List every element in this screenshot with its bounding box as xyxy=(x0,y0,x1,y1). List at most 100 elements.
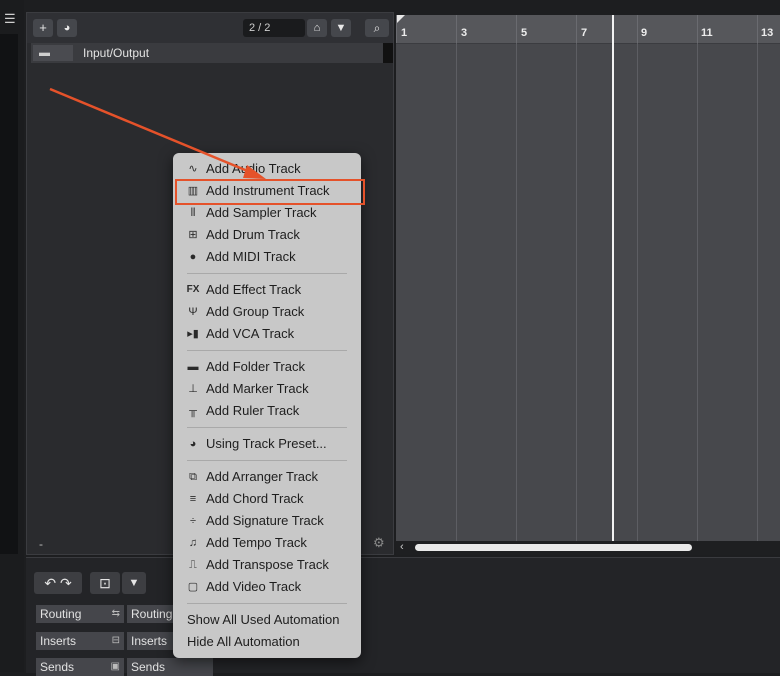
visibility-icon[interactable]: ⌂ xyxy=(307,19,327,37)
folder-icon: ▬ xyxy=(39,47,50,59)
menu-item-add-arranger-track[interactable]: ⧉ Add Arranger Track xyxy=(173,466,361,488)
signature-icon: ÷ xyxy=(189,515,197,527)
routing-icon: ⇆ xyxy=(111,608,120,619)
vca-icon: ▸▮ xyxy=(187,328,199,340)
menu-item-add-ruler-track[interactable]: ╥ Add Ruler Track xyxy=(173,400,361,422)
track-list-toolbar: + ◕ 2 / 2 ⌂ ▼ ⌕ xyxy=(27,13,393,43)
ruler-icon: ╥ xyxy=(189,405,197,417)
ruler[interactable]: 1 3 5 7 9 11 13 xyxy=(396,15,780,44)
menu-item-add-midi-track[interactable]: ● Add MIDI Track xyxy=(173,246,361,268)
folder-icon: ▬ xyxy=(187,361,199,373)
video-icon: ▢ xyxy=(187,581,199,593)
undo-redo-group: ↶ ↷ xyxy=(34,572,82,594)
menu-separator xyxy=(187,427,347,428)
search-icon[interactable]: ⌕ xyxy=(365,19,389,37)
menu-item-add-tempo-track[interactable]: ♫ Add Tempo Track xyxy=(173,532,361,554)
inserts-label: Inserts xyxy=(131,634,168,648)
track-row[interactable]: ▬ Input/Output xyxy=(31,43,393,63)
plus-icon[interactable]: + xyxy=(33,19,53,37)
menu-item-hide-all-automation[interactable]: Hide All Automation xyxy=(173,631,361,653)
track-name: Input/Output xyxy=(83,46,150,60)
menu-item-show-all-used-automation[interactable]: Show All Used Automation xyxy=(173,609,361,631)
filter-icon[interactable]: ▼ xyxy=(331,19,351,37)
track-preset-icon[interactable]: ◕ xyxy=(57,19,77,37)
audio-wave-icon: ∿ xyxy=(188,163,198,175)
menu-item-add-chord-track[interactable]: ≡ Add Chord Track xyxy=(173,488,361,510)
menu-item-add-transpose-track[interactable]: ⎍ Add Transpose Track xyxy=(173,554,361,576)
menu-separator xyxy=(187,603,347,604)
grid-line xyxy=(637,43,638,543)
ruler-bar: 3 xyxy=(461,27,468,39)
marker-icon: ⊥ xyxy=(188,383,198,395)
routing-label: Routing xyxy=(40,607,82,621)
track-preset-icon: ◕ xyxy=(189,438,197,450)
menu-item-add-folder-track[interactable]: ▬ Add Folder Track xyxy=(173,356,361,378)
midi-icon: ● xyxy=(189,251,197,263)
menu-separator xyxy=(187,460,347,461)
ruler-bar: 9 xyxy=(641,27,648,39)
ruler-tick xyxy=(637,15,638,43)
ruler-bar: 13 xyxy=(761,27,774,39)
scroll-left-icon[interactable]: ‹ xyxy=(400,541,404,553)
inserts-icon: ⊟ xyxy=(111,635,120,646)
chord-icon: ≡ xyxy=(189,493,197,505)
menu-item-add-audio-track[interactable]: ∿ Add Audio Track xyxy=(173,158,361,180)
grid-line xyxy=(757,43,758,543)
sends-section[interactable]: Sends xyxy=(127,658,213,676)
grid-line xyxy=(697,43,698,543)
arranger-icon: ⧉ xyxy=(189,471,197,483)
arranger-area[interactable]: 1 3 5 7 9 11 13 ‹ xyxy=(396,15,780,555)
grid-line xyxy=(516,43,517,543)
ruler-bar: 1 xyxy=(401,27,408,39)
project-cursor[interactable] xyxy=(612,15,614,543)
menu-item-add-video-track[interactable]: ▢ Add Video Track xyxy=(173,576,361,598)
left-strip: ☰ xyxy=(0,0,24,672)
ruler-tick xyxy=(456,15,457,43)
menu-item-add-vca-track[interactable]: ▸▮ Add VCA Track xyxy=(173,323,361,345)
add-track-context-menu: ∿ Add Audio Track ▥ Add Instrument Track… xyxy=(173,153,361,658)
menu-item-add-drum-track[interactable]: ⊞ Add Drum Track xyxy=(173,224,361,246)
menu-item-add-sampler-track[interactable]: ⦀ Add Sampler Track xyxy=(173,202,361,224)
tempo-icon: ♫ xyxy=(188,537,198,549)
menu-item-add-signature-track[interactable]: ÷ Add Signature Track xyxy=(173,510,361,532)
camera-icon[interactable]: ⊡ xyxy=(90,572,120,594)
ruler-tick xyxy=(757,15,758,43)
sends-icon: ▣ xyxy=(110,661,120,672)
lower-zone: ↶ ↷ ⊡ ▼ Routing ⇆ Inserts ⊟ Sends ▣ Rout… xyxy=(26,557,780,676)
inserts-label: Inserts xyxy=(40,634,77,648)
track-color-strip xyxy=(383,43,393,63)
grid-line xyxy=(456,43,457,543)
ruler-bar: 5 xyxy=(521,27,528,39)
inspector-collapsed-bar xyxy=(0,34,18,554)
grid-line xyxy=(576,43,577,543)
menu-item-add-marker-track[interactable]: ⊥ Add Marker Track xyxy=(173,378,361,400)
inserts-section[interactable]: Inserts ⊟ xyxy=(36,632,124,650)
menu-icon[interactable]: ☰ xyxy=(4,12,18,26)
fx-icon: FX xyxy=(186,284,200,295)
drum-grid-icon: ⊞ xyxy=(188,229,198,241)
routing-section[interactable]: Routing ⇆ xyxy=(36,605,124,623)
ruler-bar: 11 xyxy=(701,27,713,39)
transpose-icon: ⎍ xyxy=(189,559,197,571)
folder-icon-box: ▬ xyxy=(33,45,73,61)
menu-item-add-effect-track[interactable]: FX Add Effect Track xyxy=(173,279,361,301)
menu-item-using-track-preset[interactable]: ◕ Using Track Preset... xyxy=(173,433,361,455)
redo-icon[interactable]: ↷ xyxy=(60,575,72,591)
menu-item-add-group-track[interactable]: Ψ Add Group Track xyxy=(173,301,361,323)
gear-icon[interactable]: ⚙ xyxy=(373,535,385,551)
highlight-box xyxy=(175,179,365,205)
horizontal-scrollbar[interactable]: ‹ xyxy=(396,541,780,555)
undo-icon[interactable]: ↶ xyxy=(44,575,56,591)
routing-label: Routing xyxy=(131,607,173,621)
ruler-tick xyxy=(396,15,397,43)
ruler-tick xyxy=(516,15,517,43)
group-icon: Ψ xyxy=(188,306,198,318)
zoom-dash: - xyxy=(39,537,43,551)
menu-separator xyxy=(187,350,347,351)
dropdown-arrow-icon[interactable]: ▼ xyxy=(122,572,146,594)
sends-section[interactable]: Sends ▣ xyxy=(36,658,124,676)
scrollbar-thumb[interactable] xyxy=(415,544,692,551)
track-counter: 2 / 2 xyxy=(243,19,305,37)
ruler-tick xyxy=(576,15,577,43)
menu-separator xyxy=(187,273,347,274)
